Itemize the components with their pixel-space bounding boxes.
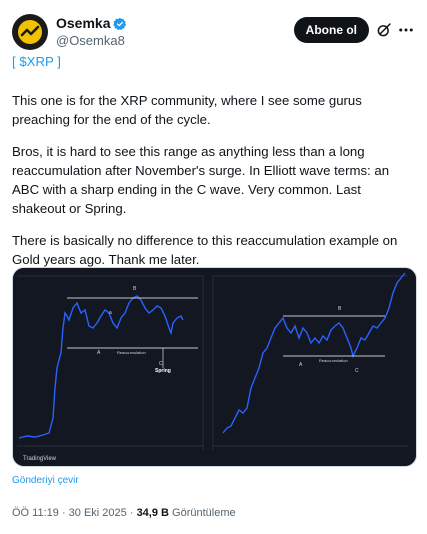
avatar[interactable] xyxy=(12,14,48,50)
tweet-time[interactable]: ÖÖ 11:19 xyxy=(12,507,59,519)
left-label-spring: Spring xyxy=(155,368,171,374)
avatar-logo-icon xyxy=(18,20,42,44)
tradingview-watermark: TradingView xyxy=(23,456,57,462)
grok-icon[interactable] xyxy=(375,21,393,39)
bracket-close: ] xyxy=(53,54,61,69)
chart-image: a B C A Reaccumulation Spring B A C Reac… xyxy=(13,268,416,466)
author-names: Osemka @Osemka8 xyxy=(56,15,127,49)
tweet-paragraph-1: This one is for the XRP community, where… xyxy=(12,93,362,127)
left-label-c: C xyxy=(159,361,163,367)
views-count: 34,9 B xyxy=(136,507,169,519)
tweet-text: [ $XRP ] This one is for the XRP communi… xyxy=(12,52,415,282)
tweet-paragraph-3: There is basically no difference to this… xyxy=(12,233,398,267)
author-name-row[interactable]: Osemka xyxy=(56,15,127,32)
meta-separator-2: · xyxy=(126,507,137,519)
right-label-range: Reaccumulation xyxy=(319,358,348,363)
tweet-media-image[interactable]: a B C A Reaccumulation Spring B A C Reac… xyxy=(12,267,417,467)
tweet-date[interactable]: 30 Eki 2025 xyxy=(69,507,127,519)
tweet-header: Osemka @Osemka8 Abone ol xyxy=(12,12,415,52)
tweet-paragraph-2: Bros, it is hard to see this range as an… xyxy=(12,144,390,216)
follow-button[interactable]: Abone ol xyxy=(293,17,369,43)
cashtag-link[interactable]: $XRP xyxy=(19,54,53,69)
meta-separator: · xyxy=(58,507,69,519)
verified-badge-icon xyxy=(113,17,127,30)
more-icon[interactable] xyxy=(397,21,415,39)
cashtag-line: [ $XRP ] xyxy=(12,52,415,71)
tweet-meta: ÖÖ 11:19 · 30 Eki 2025 · 34,9 B Görüntül… xyxy=(12,507,236,519)
left-label-range: Reaccumulation xyxy=(117,350,146,355)
display-name[interactable]: Osemka xyxy=(56,15,110,32)
handle[interactable]: @Osemka8 xyxy=(56,32,127,49)
translate-link[interactable]: Gönderiyi çevir xyxy=(12,475,79,486)
views-label: Görüntüleme xyxy=(168,507,236,519)
left-label-a-small: a xyxy=(109,310,112,316)
right-label-c: C xyxy=(355,368,359,374)
